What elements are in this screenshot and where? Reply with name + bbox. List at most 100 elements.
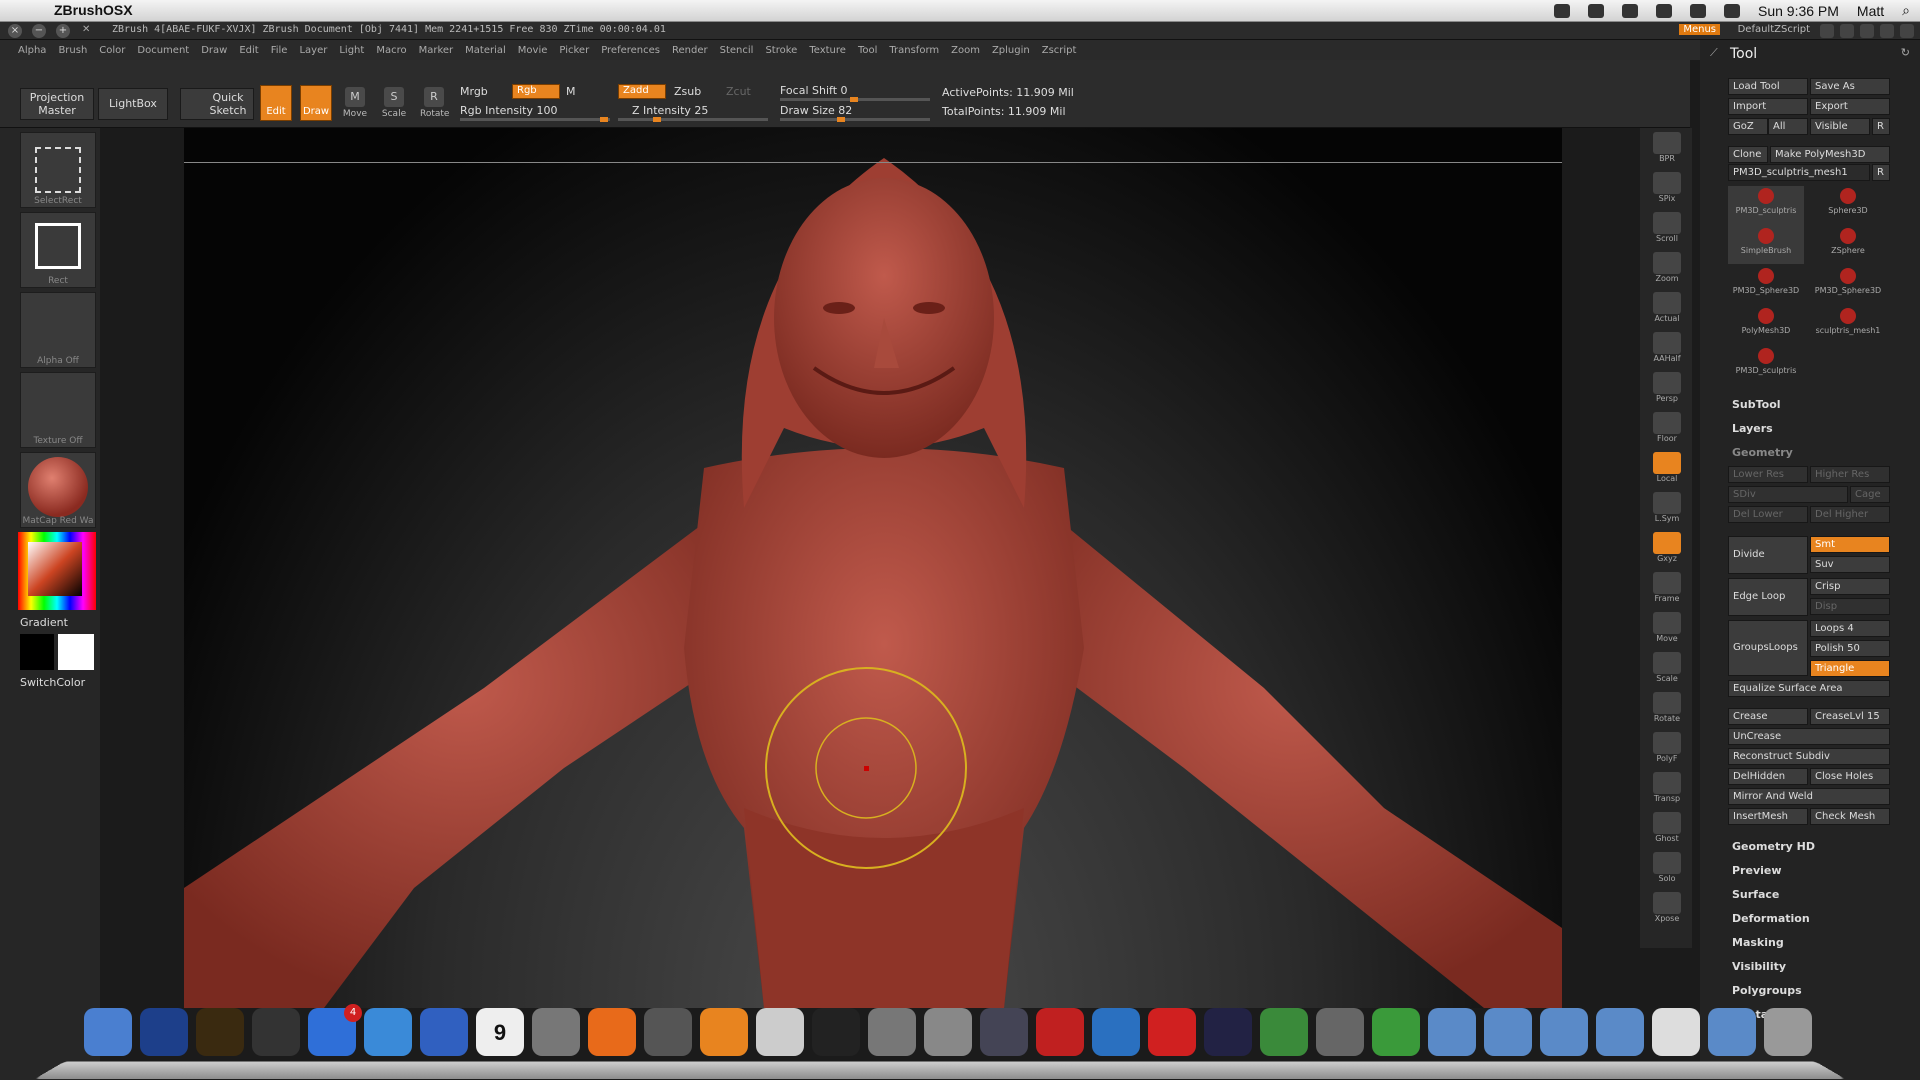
check-mesh-button[interactable]: Check Mesh [1810, 808, 1890, 825]
divide-button[interactable]: Divide [1728, 536, 1808, 574]
tool-thumbnail[interactable]: PM3D_Sphere3D [1728, 266, 1804, 304]
mrgb-toggle[interactable]: Mrgb [460, 85, 488, 98]
menu-item-stencil[interactable]: Stencil [720, 45, 754, 56]
crease-button[interactable]: Crease [1728, 708, 1808, 725]
edge-loop-button[interactable]: Edge Loop [1728, 578, 1808, 616]
refresh-icon[interactable]: ↻ [1901, 46, 1910, 59]
window-icon[interactable] [1900, 24, 1914, 38]
slider-thumb[interactable] [837, 117, 846, 122]
menu-item-draw[interactable]: Draw [201, 45, 227, 56]
view-scale-button[interactable]: Scale [1650, 652, 1684, 683]
folder-icon[interactable] [1484, 1008, 1532, 1056]
menu-item-picker[interactable]: Picker [559, 45, 589, 56]
window-icon[interactable] [1820, 24, 1834, 38]
goz-button[interactable]: GoZ [1728, 118, 1768, 135]
lower-res-button[interactable]: Lower Res [1728, 466, 1808, 483]
view-scroll-button[interactable]: Scroll [1650, 212, 1684, 243]
polish-slider[interactable]: Polish 50 [1810, 640, 1890, 657]
groupsloops-button[interactable]: GroupsLoops [1728, 620, 1808, 676]
tool-thumbnail[interactable]: Sphere3D [1810, 186, 1886, 224]
menu-item-macro[interactable]: Macro [376, 45, 406, 56]
del-lower-button[interactable]: Del Lower [1728, 506, 1808, 523]
tool-thumbnail[interactable]: PM3D_sculptris [1728, 346, 1804, 384]
menus-button[interactable]: Menus [1679, 24, 1720, 35]
menu-item-alpha[interactable]: Alpha [18, 45, 46, 56]
suv-toggle[interactable]: Suv [1810, 556, 1890, 573]
higher-res-button[interactable]: Higher Res [1810, 466, 1890, 483]
section-masking[interactable]: Masking [1732, 936, 1784, 949]
window-icon[interactable] [1880, 24, 1894, 38]
section-polygroups[interactable]: Polygroups [1732, 984, 1802, 997]
safari-icon[interactable] [364, 1008, 412, 1056]
menu-item-layer[interactable]: Layer [299, 45, 327, 56]
menu-item-marker[interactable]: Marker [419, 45, 454, 56]
view-local-button[interactable]: Local [1650, 452, 1684, 483]
mirror-and-weld-button[interactable]: Mirror And Weld [1728, 788, 1890, 805]
export-button[interactable]: Export [1810, 98, 1890, 115]
status-icon[interactable] [1655, 3, 1672, 18]
folder-icon[interactable] [1428, 1008, 1476, 1056]
window-icon[interactable] [1840, 24, 1854, 38]
rgb-intensity-slider[interactable] [460, 117, 610, 122]
tool-thumbnail[interactable]: SimpleBrush [1728, 226, 1804, 264]
zadd-toggle[interactable]: Zadd [618, 84, 666, 99]
wacom-icon[interactable] [1092, 1008, 1140, 1056]
doc-icon[interactable] [1652, 1008, 1700, 1056]
slider-thumb[interactable] [600, 117, 608, 122]
scale-button[interactable]: S Scale [380, 87, 408, 125]
maximize-icon[interactable]: + [56, 24, 70, 38]
tool-title[interactable]: Tool [1730, 46, 1757, 62]
zcut-toggle[interactable]: Zcut [726, 85, 751, 98]
app2-icon[interactable] [1372, 1008, 1420, 1056]
draw-size-slider[interactable] [780, 117, 930, 122]
app-icon[interactable] [1148, 1008, 1196, 1056]
folder-icon[interactable] [1708, 1008, 1756, 1056]
slider-thumb[interactable] [850, 97, 858, 102]
firefox-icon[interactable] [588, 1008, 636, 1056]
window-icon[interactable] [1860, 24, 1874, 38]
view-frame-button[interactable]: Frame [1650, 572, 1684, 603]
make-polymesh-button[interactable]: Make PolyMesh3D [1770, 146, 1890, 163]
subtool-section[interactable]: SubTool [1732, 398, 1781, 411]
minimize-icon[interactable]: − [32, 24, 46, 38]
eye-icon[interactable] [924, 1008, 972, 1056]
user-name[interactable]: Matt [1857, 3, 1884, 19]
preview-icon[interactable] [532, 1008, 580, 1056]
menu-item-render[interactable]: Render [672, 45, 708, 56]
skype-icon[interactable] [812, 1008, 860, 1056]
menu-item-zplugin[interactable]: Zplugin [992, 45, 1030, 56]
focal-shift-slider[interactable] [780, 97, 930, 102]
edit-button[interactable]: Edit [260, 85, 292, 121]
menu-item-file[interactable]: File [271, 45, 288, 56]
r-button[interactable]: R [1872, 164, 1890, 181]
section-geometry-hd[interactable]: Geometry HD [1732, 840, 1815, 853]
color-picker[interactable] [18, 532, 96, 610]
status-icon[interactable] [1553, 3, 1570, 18]
creaselvl-slider[interactable]: CreaseLvl 15 [1810, 708, 1890, 725]
dashboard-icon[interactable] [252, 1008, 300, 1056]
view-ghost-button[interactable]: Ghost [1650, 812, 1684, 843]
pin-icon[interactable]: ⟋ [1710, 46, 1718, 60]
move-button[interactable]: M Move [341, 87, 369, 125]
section-preview[interactable]: Preview [1732, 864, 1782, 877]
camera-icon[interactable] [1204, 1008, 1252, 1056]
finder-icon[interactable] [84, 1008, 132, 1056]
app-name[interactable]: ZBrushOSX [54, 2, 133, 18]
equalize-surface-button[interactable]: Equalize Surface Area [1728, 680, 1890, 697]
close-holes-button[interactable]: Close Holes [1810, 768, 1890, 785]
cage-button[interactable]: Cage [1850, 486, 1890, 503]
menu-item-stroke[interactable]: Stroke [765, 45, 797, 56]
menu-item-zscript[interactable]: Zscript [1042, 45, 1077, 56]
quick-sketch-button[interactable]: Quick Sketch [180, 88, 254, 120]
menu-item-material[interactable]: Material [465, 45, 506, 56]
menu-item-preferences[interactable]: Preferences [601, 45, 660, 56]
view-zoom-button[interactable]: Zoom [1650, 252, 1684, 283]
menu-item-texture[interactable]: Texture [809, 45, 846, 56]
import-button[interactable]: Import [1728, 98, 1808, 115]
view-persp-button[interactable]: Persp [1650, 372, 1684, 403]
projection-master-button[interactable]: Projection Master [20, 88, 94, 120]
save-as-button[interactable]: Save As [1810, 78, 1890, 95]
view-solo-button[interactable]: Solo [1650, 852, 1684, 883]
crisp-toggle[interactable]: Crisp [1810, 578, 1890, 595]
view-aahalf-button[interactable]: AAHalf [1650, 332, 1684, 363]
